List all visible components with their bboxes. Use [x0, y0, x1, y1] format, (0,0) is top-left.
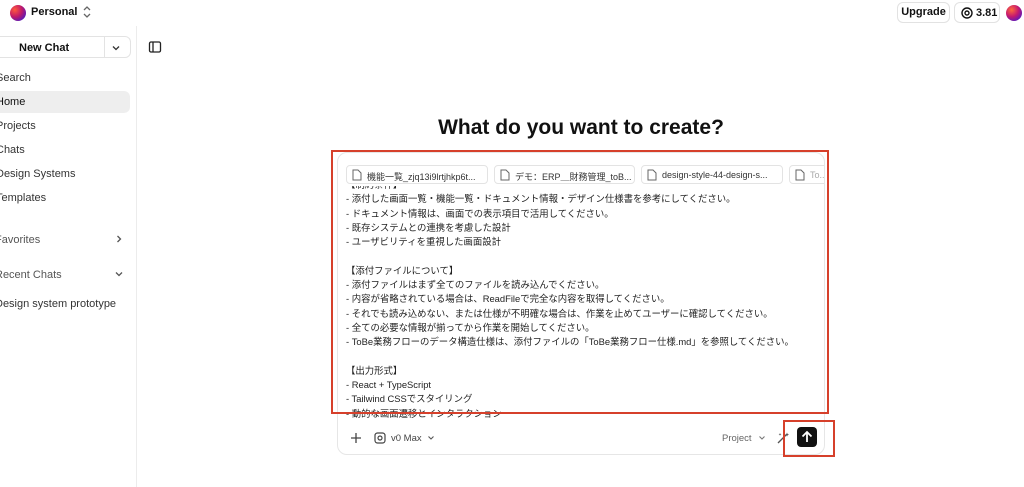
chevron-down-icon [428, 436, 434, 440]
user-avatar[interactable] [1006, 5, 1022, 21]
attachment-label: 機能一覧_zjq13i9lrtjhkp6t... [367, 172, 476, 182]
divider [104, 37, 105, 57]
chevron-right-icon [117, 235, 122, 243]
arrow-up-icon [801, 430, 813, 442]
sidebar-item-label: Projects [0, 120, 36, 132]
sidebar-item-design-systems[interactable]: Design Systems [0, 163, 130, 185]
recent-chats-section-toggle[interactable]: Recent Chats [0, 265, 130, 285]
project-selector[interactable]: Project [722, 429, 772, 447]
attachment-chip[interactable]: design-style-44-design-s... [641, 165, 783, 184]
chevron-up-down-icon[interactable] [82, 4, 92, 20]
file-icon [795, 169, 805, 181]
sidebar-item-search[interactable]: Search [0, 67, 130, 89]
prompt-composer: 機能一覧_zjq13i9lrtjhkp6t... デモ：ERP＿財務管理_toB… [337, 152, 825, 455]
attachment-label: To... [810, 170, 824, 180]
project-label: Project [722, 433, 752, 444]
new-chat-button[interactable]: New Chat [19, 42, 69, 54]
sidebar: New Chat Search Home Projects Chats Desi… [0, 26, 137, 487]
sidebar-item-home[interactable]: Home [0, 91, 130, 113]
prompt-text: 【制約条件】 - 添付した画面一覧・機能一覧・ドキュメント情報・デザイン仕様書を… [346, 186, 794, 418]
sidebar-item-chats[interactable]: Chats [0, 139, 130, 161]
recent-chats-label: Recent Chats [0, 269, 62, 281]
credits-badge[interactable]: 3.81 [954, 2, 1000, 23]
attachments-row: 機能一覧_zjq13i9lrtjhkp6t... デモ：ERP＿財務管理_toB… [346, 165, 824, 185]
attachment-chip[interactable]: To... [789, 165, 824, 184]
favorites-section-toggle[interactable]: Favorites [0, 230, 130, 250]
workspace-name[interactable]: Personal [31, 6, 77, 18]
attachment-label: design-style-44-design-s... [662, 170, 768, 180]
model-selector[interactable]: v0 Max [374, 429, 444, 447]
file-icon [647, 169, 657, 181]
top-bar: Personal Upgrade 3.81 [0, 0, 1024, 26]
new-chat-group: New Chat [0, 36, 131, 58]
sidebar-item-label: Home [0, 96, 26, 108]
model-label: v0 Max [391, 433, 422, 444]
sidebar-item-templates[interactable]: Templates [0, 187, 130, 209]
model-icon [374, 432, 386, 444]
recent-chat-label: Design system prototype [0, 298, 117, 310]
sidebar-item-label: Design Systems [0, 168, 76, 180]
page-title: What do you want to create? [438, 116, 724, 139]
file-icon [352, 169, 362, 181]
attachment-chip[interactable]: デモ：ERP＿財務管理_toB... [494, 165, 635, 184]
prompt-input[interactable]: 【制約条件】 - 添付した画面一覧・機能一覧・ドキュメント情報・デザイン仕様書を… [346, 186, 824, 418]
attachment-chip[interactable]: 機能一覧_zjq13i9lrtjhkp6t... [346, 165, 488, 184]
chevron-down-icon [115, 272, 123, 277]
enhance-prompt-icon[interactable] [776, 431, 790, 445]
sidebar-toggle-icon[interactable] [148, 40, 162, 54]
sidebar-item-projects[interactable]: Projects [0, 115, 130, 137]
sidebar-item-label: Search [0, 72, 31, 84]
upgrade-button[interactable]: Upgrade [897, 2, 950, 23]
credits-icon [961, 7, 973, 19]
sidebar-item-label: Chats [0, 144, 25, 156]
file-icon [500, 169, 510, 181]
plus-icon[interactable] [349, 431, 363, 445]
send-button[interactable] [797, 427, 817, 447]
favorites-label: Favorites [0, 234, 41, 246]
recent-chat-item[interactable]: Design system prototype [0, 294, 130, 314]
chevron-down-icon [759, 436, 765, 440]
workspace-avatar[interactable] [10, 5, 26, 21]
attachment-label: デモ：ERP＿財務管理_toB... [515, 172, 632, 182]
chevron-down-icon[interactable] [110, 42, 122, 54]
credits-value: 3.81 [976, 7, 998, 19]
sidebar-item-label: Templates [0, 192, 47, 204]
